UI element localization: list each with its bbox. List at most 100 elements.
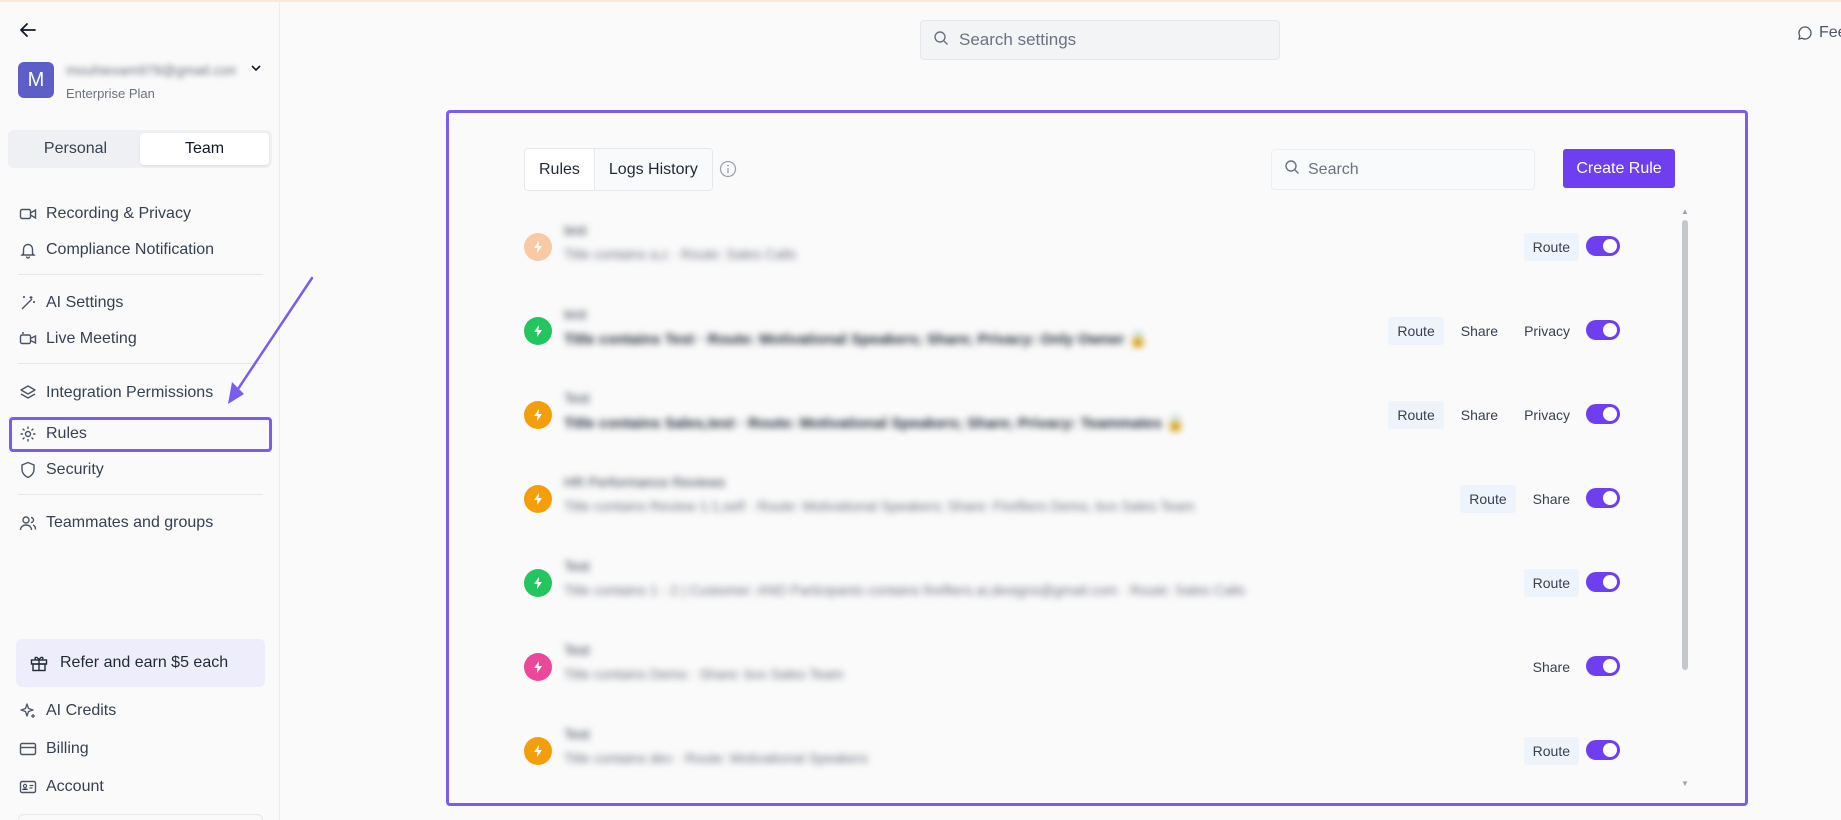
lightning-icon [524, 317, 552, 345]
tag-share: Share [1451, 401, 1508, 429]
back-arrow-icon[interactable] [18, 20, 38, 40]
rule-row[interactable]: Test Title contains Demo · Share: bvx Sal… [522, 628, 1682, 712]
sidebar-item-label: Compliance Notification [46, 241, 215, 258]
chevron-down-icon[interactable] [250, 62, 262, 77]
rule-tags: Route [1523, 569, 1579, 597]
sidebar-item-account[interactable]: Account [18, 775, 268, 799]
sidebar-item-label: Integration Permissions [46, 384, 214, 401]
rule-enabled-toggle[interactable] [1586, 236, 1620, 256]
users-icon [18, 513, 38, 533]
sidebar-item-label: AI Settings [46, 294, 124, 311]
settings-search[interactable] [920, 20, 1280, 60]
rules-search[interactable] [1271, 149, 1535, 190]
rule-enabled-toggle[interactable] [1586, 740, 1620, 760]
rule-name: Test [564, 642, 590, 658]
tab-rules[interactable]: Rules [525, 149, 594, 190]
rule-enabled-toggle[interactable] [1586, 320, 1620, 340]
rule-tags: Route [1523, 233, 1579, 261]
sidebar-item-compliance-notification[interactable]: Compliance Notification [18, 238, 268, 262]
rules-panel: Rules Logs History Create Rule test Title… [446, 110, 1748, 806]
tab-logs-history[interactable]: Logs History [593, 149, 712, 190]
sidebar-item-label: Billing [46, 740, 89, 757]
rule-name: HR Performance Reviews [564, 474, 726, 490]
account-plan: Enterprise Plan [66, 86, 155, 101]
lightning-icon [524, 737, 552, 765]
rule-description: Title contains a,c · Route: Sales Calls [564, 246, 797, 262]
scroll-up-icon[interactable]: ▲ [1681, 208, 1689, 216]
rule-row[interactable]: test Title contains Test · Route: Motivat… [522, 292, 1682, 376]
sidebar-item-billing[interactable]: Billing [18, 737, 268, 761]
lightning-icon [524, 653, 552, 681]
sidebar-item-recording-privacy[interactable]: Recording & Privacy [18, 202, 268, 226]
tag-route: Route [1388, 317, 1444, 345]
tag-route: Route [1523, 737, 1579, 765]
rule-row[interactable]: HR Performance Reviews Title contains Rev… [522, 460, 1682, 544]
search-icon [1284, 159, 1300, 180]
rule-tags: Route Share [1460, 485, 1579, 513]
tag-route: Route [1523, 569, 1579, 597]
rule-tags: Route [1523, 737, 1579, 765]
sidebar-item-security[interactable]: Security [18, 458, 268, 482]
live-camera-icon [18, 329, 38, 349]
credit-card-icon [18, 739, 38, 759]
sidebar-item-label: Account [46, 778, 104, 795]
rule-description: Title contains Demo · Share: bvx Sales T… [564, 666, 844, 682]
scrollbar[interactable]: ▲ ▼ [1680, 208, 1690, 788]
rule-description: Title contains Review 1:1,self · Route: … [564, 498, 1195, 514]
tag-route: Route [1523, 233, 1579, 261]
gift-icon [28, 652, 50, 674]
sidebar-item-teammates-groups[interactable]: Teammates and groups [18, 511, 268, 535]
refer-earn-button[interactable]: Refer and earn $5 each [16, 639, 265, 687]
sidebar-item-label: Security [46, 461, 104, 478]
rule-list: test Title contains a,c · Route: Sales Ca… [522, 208, 1682, 788]
sidebar-item-label: Teammates and groups [46, 514, 214, 531]
video-camera-icon [18, 204, 38, 224]
lightning-icon [524, 485, 552, 513]
search-icon [933, 30, 949, 51]
feedback-label: Feedback [1819, 24, 1841, 41]
rule-enabled-toggle[interactable] [1586, 656, 1620, 676]
sidebar-item-label: AI Credits [46, 702, 117, 719]
rule-row[interactable]: Test Title contains 1 - 2 | Customer: AND… [522, 544, 1682, 628]
lightning-icon [524, 401, 552, 429]
feedback-button[interactable]: Feedback [1797, 20, 1841, 50]
scrollbar-thumb[interactable] [1682, 220, 1688, 670]
layers-icon [18, 383, 38, 403]
rule-enabled-toggle[interactable] [1586, 488, 1620, 508]
pointer-arrow-icon [228, 276, 314, 404]
rule-tags: Route Share Privacy [1388, 401, 1579, 429]
account-switcher[interactable]: M mouhiexam978@gmail.com Enterprise Plan [18, 60, 268, 104]
rule-name: Test [564, 390, 590, 406]
shield-icon [18, 460, 38, 480]
rules-tabs: Rules Logs History [524, 148, 713, 191]
rule-description: Title contains 1 - 2 | Customer: AND Par… [564, 582, 1246, 598]
sparkle-icon [18, 701, 38, 721]
personal-tab[interactable]: Personal [11, 133, 140, 165]
scroll-down-icon[interactable]: ▼ [1681, 780, 1689, 788]
magic-wand-icon [18, 293, 38, 313]
divider [18, 494, 263, 495]
lightning-icon [524, 233, 552, 261]
rule-row[interactable]: Test Title contains Sales,test · Route: M… [522, 376, 1682, 460]
rule-enabled-toggle[interactable] [1586, 572, 1620, 592]
info-icon[interactable] [719, 160, 737, 178]
chat-bubble-icon [1797, 25, 1813, 41]
rule-enabled-toggle[interactable] [1586, 404, 1620, 424]
bell-icon [18, 240, 38, 260]
rule-row[interactable]: Test Title contains dev · Route: Motivati… [522, 712, 1682, 788]
rule-tags: Share [1523, 653, 1579, 681]
settings-search-input[interactable] [959, 30, 1259, 50]
rule-name: Test [564, 726, 590, 742]
tag-share: Share [1523, 653, 1579, 681]
sidebar-item-ai-credits[interactable]: AI Credits [18, 699, 268, 723]
lightning-icon [524, 569, 552, 597]
rules-search-input[interactable] [1308, 160, 1528, 179]
rule-description: Title contains Test · Route: Motivationa… [564, 331, 1148, 348]
rule-row[interactable]: test Title contains a,c · Route: Sales Ca… [522, 208, 1682, 292]
rules-highlight-box [9, 417, 272, 452]
team-tab[interactable]: Team [140, 133, 269, 165]
tag-privacy: Privacy [1515, 317, 1579, 345]
create-rule-button[interactable]: Create Rule [1563, 149, 1675, 188]
id-card-icon [18, 777, 38, 797]
rule-name: test [564, 222, 587, 238]
